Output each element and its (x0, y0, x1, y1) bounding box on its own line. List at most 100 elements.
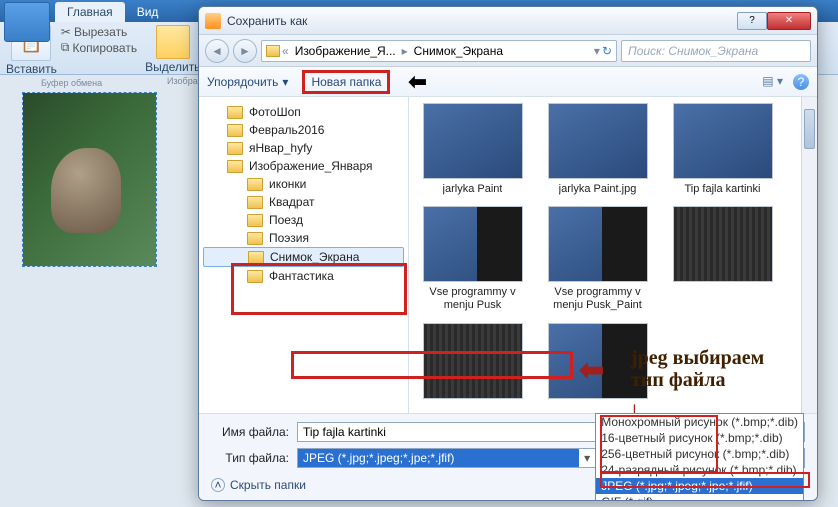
tree-item[interactable]: иконки (203, 175, 404, 193)
new-folder-button[interactable]: Новая папка (302, 70, 390, 94)
file-thumbnail (423, 103, 523, 179)
app-icon (205, 13, 221, 29)
folder-icon (227, 106, 243, 119)
filetype-option[interactable]: JPEG (*.jpg;*.jpeg;*.jpe;*.jfif) (596, 478, 803, 494)
file-thumbnail (423, 206, 523, 282)
dialog-title: Сохранить как (227, 14, 737, 28)
file-thumbnail (673, 103, 773, 179)
navbar: ◄ ► « Изображение_Я... ▸ Снимок_Экрана ▾… (199, 35, 817, 67)
filetype-combo[interactable]: JPEG (*.jpg;*.jpeg;*.jpe;*.jfif) ▾ Монох… (297, 448, 805, 468)
select-button[interactable] (156, 25, 190, 59)
file-name: Vse programmy v menju Pusk_Paint (540, 286, 655, 312)
tree-item-label: Поэзия (269, 231, 309, 245)
folder-icon (248, 251, 264, 264)
tree-item-label: Февраль2016 (249, 123, 324, 137)
folder-icon (247, 196, 263, 209)
chevron-down-icon: ▾ (282, 75, 288, 89)
filetype-label: Тип файла: (211, 451, 289, 465)
clipboard-small: ✂ Вырезать ⧉ Копировать (61, 25, 137, 76)
filename-label: Имя файла: (211, 425, 289, 439)
breadcrumb-seg2[interactable]: Снимок_Экрана (410, 44, 507, 58)
tree-item-label: Поезд (269, 213, 303, 227)
folder-icon (247, 214, 263, 227)
annotation-arrow-jpeg: ⬅ (579, 353, 604, 388)
file-tile[interactable] (415, 323, 530, 399)
search-placeholder: Поиск: Снимок_Экрана (628, 44, 758, 58)
annotation-text-jpeg: jpeg выбираем тип файла (631, 347, 764, 391)
folder-icon (247, 270, 263, 283)
scrollbar-thumb[interactable] (804, 109, 815, 149)
file-thumbnail (548, 103, 648, 179)
cut-button[interactable]: ✂ Вырезать (61, 25, 137, 39)
organize-menu[interactable]: Упорядочить ▾ (207, 75, 288, 89)
select-label: Выделить (145, 60, 200, 74)
file-name: Vse programmy v menju Pusk (415, 286, 530, 312)
tree-item-label: Фантастика (269, 269, 334, 283)
file-thumbnail (423, 323, 523, 399)
filetype-option[interactable]: Монохромный рисунок (*.bmp;*.dib) (596, 414, 803, 430)
filetype-option[interactable]: 256-цветный рисунок (*.bmp;*.dib) (596, 446, 803, 462)
copy-button[interactable]: ⧉ Копировать (61, 40, 137, 55)
titlebar: Сохранить как ? ✕ (199, 7, 817, 35)
tree-item[interactable]: Поэзия (203, 229, 404, 247)
canvas-selection[interactable] (22, 92, 157, 267)
ribbon-tab-main[interactable]: Главная (55, 2, 125, 22)
folder-tree[interactable]: ФотоШоп Февраль2016 яНвар_hyfy Изображение_… (199, 97, 409, 413)
chevron-up-icon: ˄ (211, 478, 225, 492)
file-thumbnail (548, 206, 648, 282)
folder-icon (247, 232, 263, 245)
file-tile[interactable]: jarlyka Paint.jpg (540, 103, 655, 196)
tree-item[interactable]: Квадрат (203, 193, 404, 211)
annotation-arrow-left: ⬅ (408, 69, 426, 95)
ribbon-tab-view[interactable]: Вид (125, 2, 171, 22)
help-button[interactable]: ? (737, 12, 767, 30)
file-thumbnail (673, 206, 773, 282)
file-tile[interactable]: Vse programmy v menju Pusk (415, 206, 530, 312)
tree-item[interactable]: Поезд (203, 211, 404, 229)
folder-icon (227, 160, 243, 173)
forward-button[interactable]: ► (233, 39, 257, 63)
close-button[interactable]: ✕ (767, 12, 811, 30)
help-icon[interactable]: ? (793, 74, 809, 90)
scrollbar-vertical[interactable] (801, 97, 817, 413)
tree-item[interactable]: яНвар_hyfy (203, 139, 404, 157)
bottom-panel: Имя файла: Tip fajla kartinki ▾ Тип файл… (199, 413, 817, 500)
file-tile[interactable]: Tip fajla kartinki (665, 103, 780, 196)
tree-item-label: Квадрат (269, 195, 315, 209)
filetype-option[interactable]: GIF (*.gif) (596, 494, 803, 501)
tree-item-label: Снимок_Экрана (270, 250, 359, 264)
paste-label: Вставить (6, 62, 57, 76)
filetype-dropdown: Монохромный рисунок (*.bmp;*.dib)16-цвет… (595, 413, 804, 501)
filetype-option[interactable]: 16-цветный рисунок (*.bmp;*.dib) (596, 430, 803, 446)
folder-icon (247, 178, 263, 191)
file-tile[interactable]: Vse programmy v menju Pusk_Paint (540, 206, 655, 312)
tree-item[interactable]: Фантастика (203, 267, 404, 285)
refresh-button[interactable]: ↻ (602, 44, 612, 58)
clipboard-group-label: Буфер обмена (41, 78, 102, 88)
tree-item[interactable]: Снимок_Экрана (203, 247, 404, 267)
back-button[interactable]: ◄ (205, 39, 229, 63)
tree-item-label: ФотоШоп (249, 105, 301, 119)
tree-item[interactable]: ФотоШоп (203, 103, 404, 121)
view-options-button[interactable]: ▤ ▾ (762, 74, 783, 90)
search-input[interactable]: Поиск: Снимок_Экрана (621, 40, 811, 62)
address-bar[interactable]: « Изображение_Я... ▸ Снимок_Экрана ▾ ↻ (261, 40, 617, 62)
canvas-image (23, 93, 156, 266)
save-as-dialog: Сохранить как ? ✕ ◄ ► « Изображение_Я...… (198, 6, 818, 501)
tree-item-label: яНвар_hyfy (249, 141, 312, 155)
tree-item[interactable]: Изображение_Января (203, 157, 404, 175)
folder-icon (227, 124, 243, 137)
file-name: Tip fajla kartinki (684, 183, 760, 196)
file-tile[interactable]: jarlyka Paint (415, 103, 530, 196)
addr-dropdown[interactable]: ▾ (594, 44, 600, 58)
file-name: jarlyka Paint.jpg (559, 183, 637, 196)
filetype-option[interactable]: 24-разрядный рисунок (*.bmp;*.dib) (596, 462, 803, 478)
file-tile[interactable] (665, 206, 780, 312)
tree-item-label: иконки (269, 177, 306, 191)
file-tab[interactable] (4, 2, 50, 42)
tree-item[interactable]: Февраль2016 (203, 121, 404, 139)
filetype-dropdown-button[interactable]: ▾ (579, 451, 595, 465)
breadcrumb-seg1[interactable]: Изображение_Я... (291, 44, 400, 58)
filetype-value: JPEG (*.jpg;*.jpeg;*.jpe;*.jfif) (298, 449, 579, 467)
folder-icon (227, 142, 243, 155)
